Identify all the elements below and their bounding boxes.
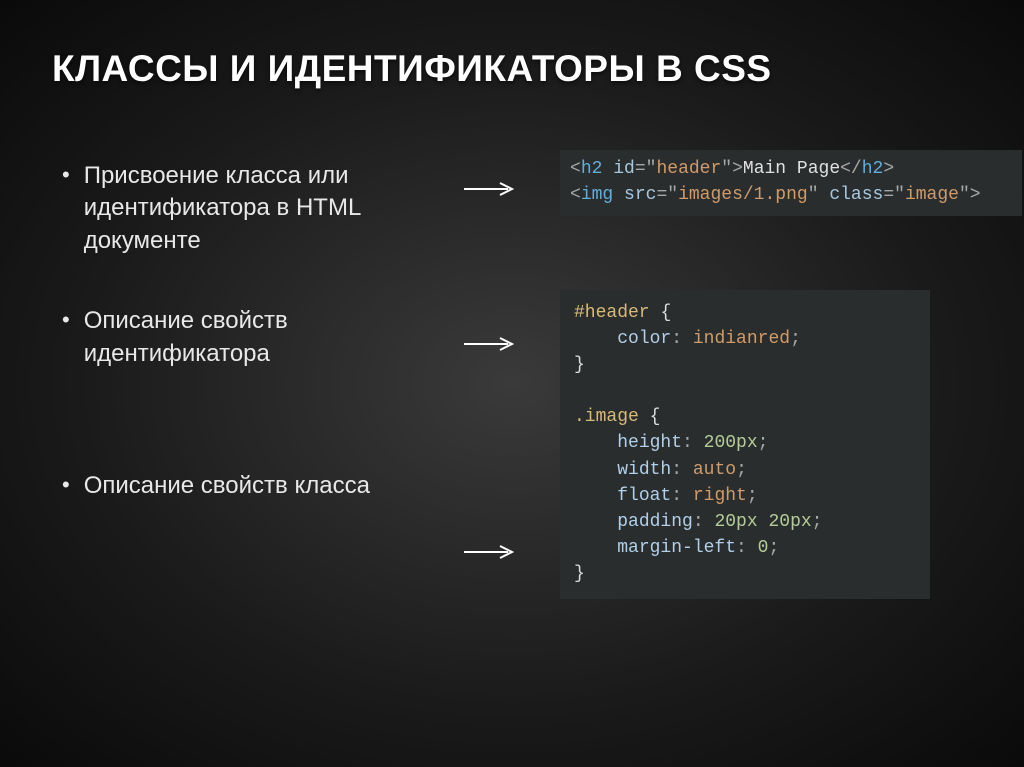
code-token: : <box>736 538 758 558</box>
bullet-dot-icon: • <box>62 160 70 257</box>
code-token: } <box>574 355 585 375</box>
code-snippet-html: <h2 id="header">Main Page</h2> <img src=… <box>560 150 1022 216</box>
code-token: { <box>650 407 661 427</box>
bullet-item-1: • Присвоение класса или идентификатора в… <box>62 160 452 257</box>
code-token: auto <box>693 460 736 480</box>
code-token: float <box>617 486 671 506</box>
code-token: ; <box>812 512 823 532</box>
code-token: > <box>732 159 743 179</box>
code-token: width <box>617 460 671 480</box>
code-token: " <box>894 185 905 205</box>
code-token: class <box>829 185 883 205</box>
code-token: < <box>570 159 581 179</box>
code-token: > <box>970 185 981 205</box>
arrow-icon <box>464 337 516 339</box>
code-token: " <box>721 159 732 179</box>
code-token: ; <box>790 329 801 349</box>
code-token: } <box>574 564 585 584</box>
code-token: height <box>617 433 682 453</box>
code-token: : <box>693 512 715 532</box>
code-token: ; <box>758 433 769 453</box>
bullet-dot-icon: • <box>62 470 70 502</box>
code-token <box>574 486 617 506</box>
code-token: < <box>570 185 581 205</box>
code-token: " <box>646 159 657 179</box>
code-token: > <box>883 159 894 179</box>
code-token: : <box>671 486 693 506</box>
code-token: = <box>656 185 667 205</box>
bullet-item-3: • Описание свойств класса <box>62 470 452 502</box>
code-token <box>574 512 617 532</box>
code-token: img <box>581 185 613 205</box>
code-token: h2 <box>862 159 884 179</box>
code-token: src <box>624 185 656 205</box>
code-token: id <box>613 159 635 179</box>
code-token: ; <box>768 538 779 558</box>
code-token: = <box>883 185 894 205</box>
slide-title: КЛАССЫ И ИДЕНТИФИКАТОРЫ В CSS <box>52 48 972 90</box>
code-token <box>574 460 617 480</box>
code-token <box>639 407 650 427</box>
code-token: " <box>959 185 970 205</box>
code-token <box>574 329 617 349</box>
code-token: image <box>905 185 959 205</box>
bullet-text-2: Описание свойств идентификатора <box>84 305 452 370</box>
code-token: h2 <box>581 159 603 179</box>
code-token <box>574 433 617 453</box>
code-token <box>819 185 830 205</box>
code-token: ; <box>736 460 747 480</box>
bullet-text-3: Описание свойств класса <box>84 470 370 502</box>
code-token: " <box>667 185 678 205</box>
code-token: ; <box>747 486 758 506</box>
code-token: : <box>671 329 693 349</box>
arrow-icon <box>464 545 516 547</box>
code-token <box>602 159 613 179</box>
code-token: : <box>682 433 704 453</box>
code-token <box>574 538 617 558</box>
code-token: " <box>808 185 819 205</box>
bullet-text-1: Присвоение класса или идентификатора в H… <box>84 160 452 257</box>
code-token: 200px <box>704 433 758 453</box>
code-token <box>613 185 624 205</box>
code-token: : <box>671 460 693 480</box>
code-token: images/1.png <box>678 185 808 205</box>
code-token <box>650 303 661 323</box>
bullet-item-2: • Описание свойств идентификатора <box>62 305 452 370</box>
code-token: .image <box>574 407 639 427</box>
code-token: 0 <box>758 538 769 558</box>
code-token: 20px 20px <box>714 512 811 532</box>
code-token: right <box>693 486 747 506</box>
code-token: </ <box>840 159 862 179</box>
code-token: padding <box>617 512 693 532</box>
code-token: color <box>617 329 671 349</box>
bullets-column: • Присвоение класса или идентификатора в… <box>52 160 452 550</box>
code-token: #header <box>574 303 650 323</box>
code-snippet-css: #header { color: indianred; } .image { h… <box>560 290 930 599</box>
bullet-dot-icon: • <box>62 305 70 370</box>
code-token: Main Page <box>743 159 840 179</box>
code-token: { <box>660 303 671 323</box>
code-token: = <box>635 159 646 179</box>
code-token: header <box>656 159 721 179</box>
code-token: margin-left <box>617 538 736 558</box>
arrow-icon <box>464 182 516 184</box>
code-token: indianred <box>693 329 790 349</box>
